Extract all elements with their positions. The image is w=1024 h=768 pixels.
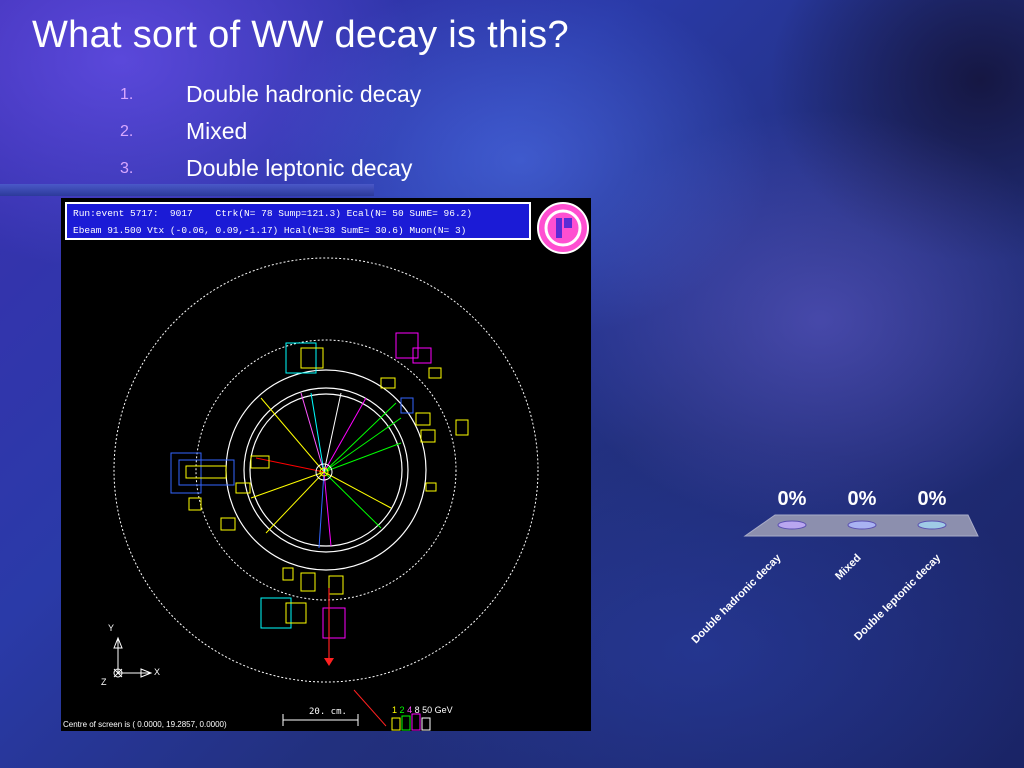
poll-value-label: 0%	[847, 488, 877, 510]
answer-option-1[interactable]: 1. Double hadronic decay	[120, 76, 421, 113]
energy-legend-value: 50 GeV	[422, 705, 453, 715]
option-number: 2.	[120, 122, 134, 140]
energy-legend-value: 2	[399, 705, 405, 715]
scale-bar-label: 20. cm.	[309, 707, 347, 717]
detector-rings-diagram	[113, 257, 539, 731]
poll-value-label: 0%	[917, 488, 947, 510]
poll-category-label: Double hadronic decay	[689, 552, 784, 647]
detector-event-display: Run:event 5717: 9017 Ctrk(N= 78 Sump=121…	[61, 198, 591, 731]
event-info-line-1: Run:event 5717: 9017 Ctrk(N= 78 Sump=121…	[73, 208, 473, 219]
answer-options-list: 1. Double hadronic decay 2. Mixed 3. Dou…	[120, 76, 421, 187]
energy-legend: 1 2 4 8 50 GeV	[392, 705, 453, 715]
option-number: 3.	[120, 159, 134, 177]
energy-legend-value: 4	[407, 705, 413, 715]
poll-results-chart: 0% 0% 0% Double hadronic decay Mixed Dou…	[689, 488, 990, 688]
poll-bar	[847, 520, 877, 530]
event-info-line-2: Ebeam 91.500 Vtx (-0.06, 0.09,-1.17) Hca…	[73, 225, 467, 236]
divider-bar	[0, 184, 374, 196]
axis-y-label: Y	[108, 623, 115, 633]
option-label: Double hadronic decay	[186, 81, 422, 107]
option-label: Mixed	[186, 118, 248, 144]
option-label: Double leptonic decay	[186, 155, 413, 181]
event-info-box: Run:event 5717: 9017 Ctrk(N= 78 Sump=121…	[65, 202, 531, 240]
axis-x-label: X	[154, 667, 161, 677]
option-number: 1.	[120, 85, 134, 103]
poll-value-label: 0%	[777, 488, 807, 510]
answer-option-2[interactable]: 2. Mixed	[120, 113, 421, 150]
slide-title: What sort of WW decay is this?	[32, 14, 569, 56]
experiment-logo	[537, 202, 589, 254]
screen-centre-readout: Centre of screen is ( 0.0000, 19.2857, 0…	[63, 720, 227, 729]
energy-legend-value: 8	[414, 705, 420, 715]
axis-z-label: Z	[101, 677, 107, 687]
energy-legend-value: 1	[392, 705, 398, 715]
poll-bar	[777, 520, 807, 530]
answer-option-3[interactable]: 3. Double leptonic decay	[120, 150, 421, 187]
poll-bar	[917, 520, 947, 530]
